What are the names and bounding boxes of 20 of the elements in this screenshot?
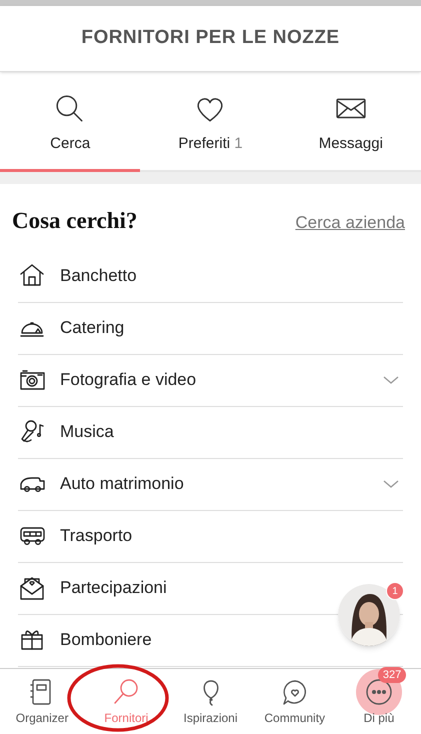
category-item[interactable]: Banchetto xyxy=(18,250,403,302)
tab[interactable]: Messaggi xyxy=(280,72,421,172)
notification-badge: 327 xyxy=(378,666,406,682)
notification-badge: 1 xyxy=(386,582,404,600)
page-title: FORNITORI PER LE NOZZE xyxy=(81,26,340,50)
section-heading: Cosa cerchi? xyxy=(12,207,138,235)
nav-item[interactable]: 327 Di più xyxy=(336,669,421,734)
category-item[interactable]: Auto matrimonio xyxy=(18,458,403,510)
nav-item[interactable]: Community xyxy=(252,669,337,734)
chevron-down-icon xyxy=(383,479,399,489)
category-item[interactable]: Catering xyxy=(18,302,403,354)
category-item[interactable]: Trasporto xyxy=(18,510,403,562)
category-item[interactable]: Musica xyxy=(18,406,403,458)
search-company-link[interactable]: Cerca azienda xyxy=(295,210,405,236)
category-item[interactable]: Fotografia e video xyxy=(18,354,403,406)
more-icon xyxy=(364,676,394,706)
chevron-down-icon xyxy=(383,375,399,385)
tab[interactable]: Preferiti 1 xyxy=(140,72,281,172)
nav-item[interactable]: Ispirazioni xyxy=(168,669,253,734)
nav-item[interactable]: Organizer xyxy=(0,669,84,734)
